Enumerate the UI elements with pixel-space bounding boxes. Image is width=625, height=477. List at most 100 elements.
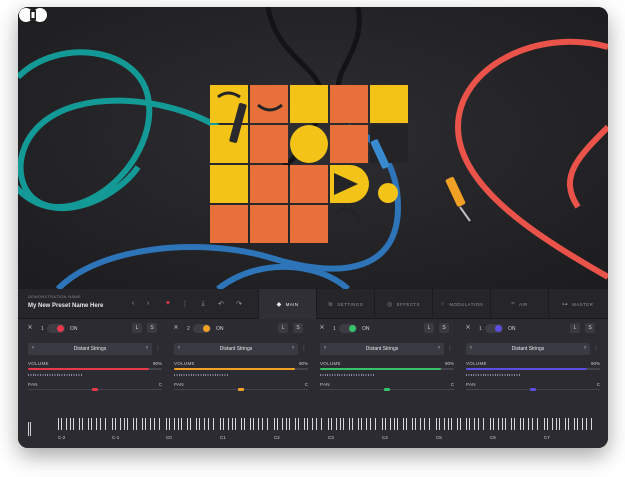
piano-key[interactable] — [235, 418, 236, 430]
piano-key[interactable] — [169, 418, 170, 430]
piano-key[interactable] — [331, 418, 332, 430]
piano-key[interactable] — [466, 418, 467, 430]
instrument-selector[interactable]: ‹ Distant Strings › — [174, 343, 298, 355]
more-icon[interactable]: ⋮ — [447, 345, 453, 352]
piano-key[interactable] — [304, 418, 305, 430]
piano-key[interactable] — [591, 418, 592, 430]
piano-key[interactable] — [321, 418, 322, 430]
listen-button[interactable]: L — [570, 323, 580, 333]
piano-key[interactable] — [145, 418, 146, 430]
listen-button[interactable]: L — [132, 323, 142, 333]
keyboard-keys[interactable] — [58, 418, 598, 430]
piano-key[interactable] — [498, 418, 499, 430]
piano-key[interactable] — [490, 418, 491, 430]
piano-key[interactable] — [505, 418, 506, 430]
more-icon[interactable]: ⋮ — [301, 345, 307, 352]
piano-key[interactable] — [96, 418, 97, 430]
more-icon[interactable]: ⋮ — [180, 300, 190, 308]
piano-key[interactable] — [586, 418, 587, 430]
piano-key[interactable] — [115, 418, 116, 430]
piano-key[interactable] — [385, 418, 386, 430]
chevron-right-icon[interactable]: › — [292, 345, 294, 351]
piano-key[interactable] — [394, 418, 395, 430]
chevron-right-icon[interactable]: › — [584, 345, 586, 351]
piano-key[interactable] — [187, 418, 188, 430]
piano-key[interactable] — [312, 418, 313, 430]
channel-power-toggle[interactable] — [47, 324, 65, 333]
piano-key[interactable] — [178, 418, 179, 430]
piano-keyboard[interactable]: C-2 C-1 C0 C1 C2 C3 C4 C5 C6 C7 — [28, 414, 598, 444]
channel-power-toggle[interactable] — [339, 324, 357, 333]
pan-slider[interactable] — [28, 388, 162, 391]
piano-key[interactable] — [420, 418, 421, 430]
piano-key[interactable] — [124, 418, 125, 430]
piano-key[interactable] — [307, 418, 308, 430]
piano-key[interactable] — [547, 418, 548, 430]
piano-key[interactable] — [397, 418, 398, 430]
piano-key[interactable] — [483, 418, 484, 430]
piano-key[interactable] — [502, 418, 503, 430]
piano-key[interactable] — [328, 418, 329, 430]
piano-key[interactable] — [91, 418, 92, 430]
piano-key[interactable] — [520, 418, 521, 430]
listen-button[interactable]: L — [424, 323, 434, 333]
piano-key[interactable] — [390, 418, 391, 430]
piano-key[interactable] — [412, 418, 413, 430]
chevron-right-icon[interactable]: › — [146, 345, 148, 351]
piano-key[interactable] — [159, 418, 160, 430]
piano-key[interactable] — [556, 418, 557, 430]
piano-key[interactable] — [250, 418, 251, 430]
more-icon[interactable]: ⋮ — [155, 345, 161, 352]
piano-key[interactable] — [127, 418, 128, 430]
piano-key[interactable] — [511, 418, 512, 430]
piano-key[interactable] — [66, 418, 67, 430]
piano-key[interactable] — [232, 418, 233, 430]
piano-key[interactable] — [100, 418, 101, 430]
piano-key[interactable] — [343, 418, 344, 430]
pitch-wheel[interactable] — [28, 422, 32, 436]
tab-master[interactable]: ⊶ MASTER — [548, 289, 606, 319]
volume-slider[interactable] — [320, 368, 454, 370]
channel-power-toggle[interactable] — [193, 324, 211, 333]
redo-icon[interactable]: ↷ — [234, 300, 244, 308]
piano-key[interactable] — [228, 418, 229, 430]
piano-key[interactable] — [82, 418, 83, 430]
piano-key[interactable] — [213, 418, 214, 430]
solo-button[interactable]: S — [439, 323, 449, 333]
piano-key[interactable] — [241, 418, 242, 430]
piano-key[interactable] — [258, 418, 259, 430]
piano-key[interactable] — [469, 418, 470, 430]
piano-key[interactable] — [349, 418, 350, 430]
piano-key[interactable] — [574, 418, 575, 430]
solo-button[interactable]: S — [293, 323, 303, 333]
piano-key[interactable] — [136, 418, 137, 430]
piano-key[interactable] — [244, 418, 245, 430]
piano-key[interactable] — [448, 418, 449, 430]
pan-handle[interactable] — [238, 388, 244, 391]
piano-key[interactable] — [439, 418, 440, 430]
piano-key[interactable] — [112, 418, 113, 430]
piano-key[interactable] — [267, 418, 268, 430]
piano-key[interactable] — [88, 418, 89, 430]
piano-key[interactable] — [361, 418, 362, 430]
piano-key[interactable] — [262, 418, 263, 430]
piano-key[interactable] — [532, 418, 533, 430]
chevron-right-icon[interactable]: › — [438, 345, 440, 351]
piano-key[interactable] — [70, 418, 71, 430]
piano-key[interactable] — [166, 418, 167, 430]
solo-button[interactable]: S — [147, 323, 157, 333]
piano-key[interactable] — [174, 418, 175, 430]
pan-slider[interactable] — [174, 388, 308, 391]
piano-key[interactable] — [460, 418, 461, 430]
volume-slider[interactable] — [28, 368, 162, 370]
pan-handle[interactable] — [92, 388, 98, 391]
piano-key[interactable] — [79, 418, 80, 430]
tab-effects[interactable]: ◎ EFFECTS — [374, 289, 432, 319]
piano-key[interactable] — [436, 418, 437, 430]
piano-key[interactable] — [298, 418, 299, 430]
listen-button[interactable]: L — [278, 323, 288, 333]
piano-key[interactable] — [358, 418, 359, 430]
piano-key[interactable] — [493, 418, 494, 430]
solo-button[interactable]: S — [585, 323, 595, 333]
volume-slider[interactable] — [466, 368, 600, 370]
